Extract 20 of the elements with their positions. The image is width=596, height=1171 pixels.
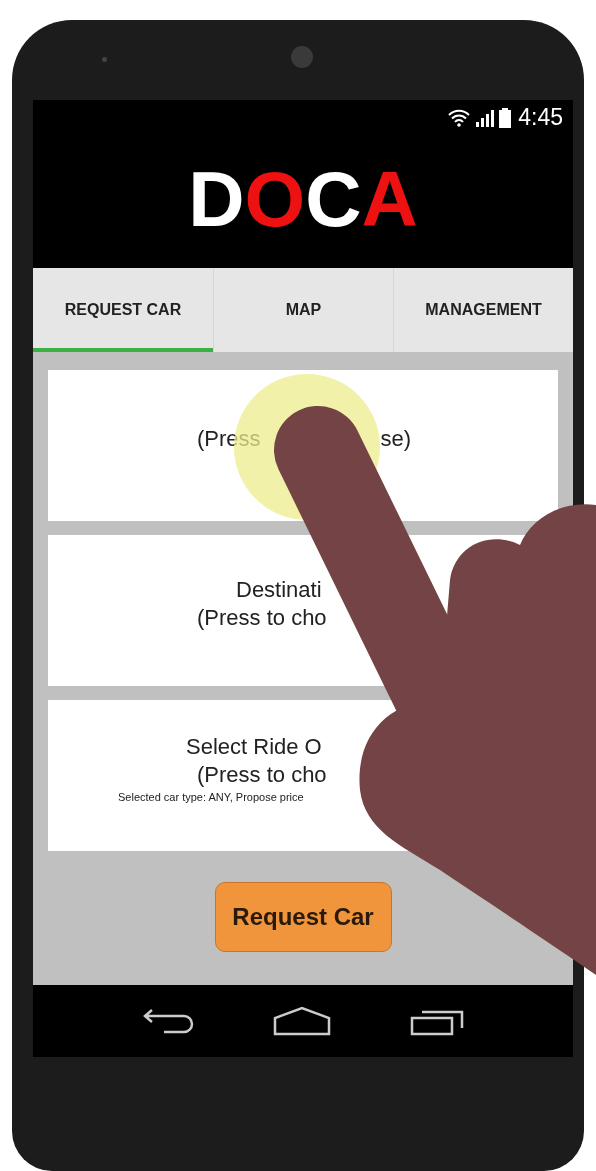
logo-letter: O: [244, 159, 306, 238]
back-icon[interactable]: [142, 1006, 195, 1036]
card-text: (Press to cho: [197, 603, 327, 632]
request-car-button[interactable]: Request Car: [214, 882, 392, 952]
card-text: (Press to cho: [197, 760, 327, 789]
home-icon[interactable]: [273, 1006, 331, 1036]
card-text: se): [380, 424, 412, 453]
card-note: Selected car type: ANY, Propose price: [118, 789, 304, 805]
battery-icon: [499, 107, 512, 128]
logo-letter: A: [361, 159, 418, 238]
wifi-icon: [447, 108, 472, 127]
status-time: 4:45: [518, 103, 563, 133]
card-text: (Press: [197, 424, 261, 453]
card-text: Destinati: [236, 575, 322, 604]
sensor-icon: [102, 57, 107, 62]
card-text: Select Ride O: [186, 732, 322, 761]
signal-icon: [475, 108, 496, 127]
camera-icon: [291, 46, 313, 68]
logo-letter: C: [305, 159, 362, 238]
logo-letter: D: [188, 159, 245, 238]
